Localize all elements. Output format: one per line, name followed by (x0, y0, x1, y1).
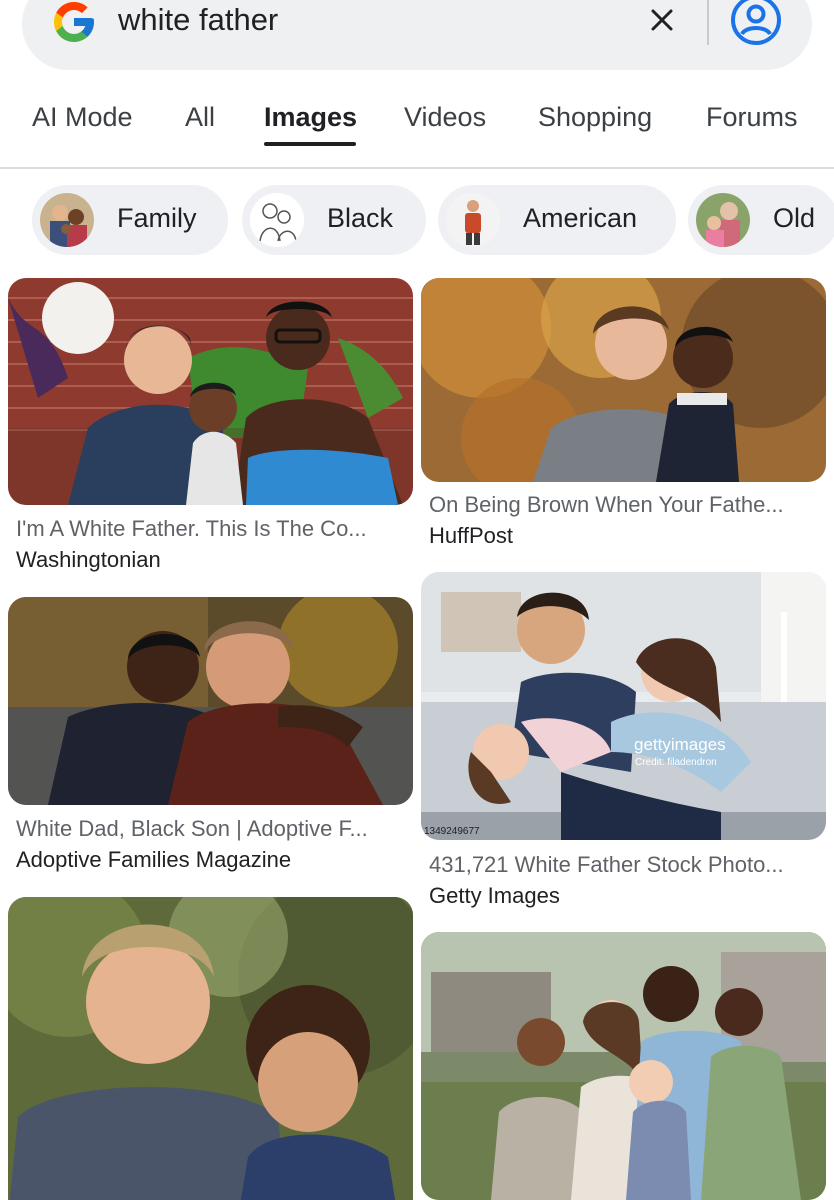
chip-old[interactable]: Old (688, 185, 834, 255)
tab-images[interactable]: Images (264, 102, 357, 133)
result-title[interactable]: 431,721 White Father Stock Photo... (429, 852, 824, 878)
tabs-divider (0, 167, 834, 169)
tab-videos[interactable]: Videos (404, 102, 486, 133)
result-source[interactable]: HuffPost (429, 523, 513, 549)
close-icon[interactable] (645, 3, 679, 37)
image-thumbnail[interactable] (8, 597, 413, 805)
result-title[interactable]: I'm A White Father. This Is The Co... (16, 516, 411, 542)
chip-old-label: Old (773, 203, 816, 233)
chip-american-label: American (523, 203, 638, 233)
getty-credit: Credit: filadendron (635, 757, 717, 768)
active-tab-indicator (264, 142, 356, 146)
chip-american[interactable]: American (438, 185, 676, 255)
tab-forums[interactable]: Forums (706, 102, 798, 133)
chip-black[interactable]: Black (242, 185, 426, 255)
result-source[interactable]: Adoptive Families Magazine (16, 847, 291, 873)
search-tabs: AI Mode All Images Videos Shopping Forum… (0, 92, 834, 150)
chip-old-thumbnail (696, 193, 750, 247)
image-result-huffpost[interactable]: On Being Brown When Your Fathe... HuffPo… (421, 278, 826, 548)
image-thumbnail[interactable] (421, 932, 826, 1200)
image-thumbnail[interactable] (8, 897, 413, 1200)
tab-shopping[interactable]: Shopping (538, 102, 652, 133)
image-thumbnail[interactable] (421, 572, 826, 840)
image-result-right-3[interactable] (421, 932, 826, 1200)
getty-image-code: 1349249677 (424, 826, 480, 837)
result-source[interactable]: Washingtonian (16, 547, 161, 573)
result-title[interactable]: On Being Brown When Your Fathe... (429, 492, 824, 518)
result-source[interactable]: Getty Images (429, 883, 560, 909)
image-result-getty[interactable]: gettyimages Credit: filadendron 13492496… (421, 572, 826, 912)
getty-watermark: gettyimages (634, 735, 726, 754)
account-circle-icon[interactable] (730, 0, 782, 46)
search-query[interactable]: white father (118, 2, 278, 38)
chip-family[interactable]: Family (32, 185, 228, 255)
chip-american-thumbnail (446, 193, 500, 247)
image-thumbnail[interactable] (8, 278, 413, 505)
image-thumbnail[interactable] (421, 278, 826, 482)
google-g-logo (54, 2, 94, 42)
chip-black-label: Black (327, 203, 394, 233)
tab-ai-mode[interactable]: AI Mode (32, 102, 133, 133)
search-divider (707, 0, 709, 45)
chip-family-label: Family (117, 203, 197, 233)
chip-black-thumbnail (250, 193, 304, 247)
image-result-left-3[interactable] (8, 897, 413, 1200)
image-result-adoptive-families[interactable]: White Dad, Black Son | Adoptive F... Ado… (8, 597, 413, 877)
tab-all[interactable]: All (185, 102, 215, 133)
result-title[interactable]: White Dad, Black Son | Adoptive F... (16, 816, 411, 842)
chip-family-thumbnail (40, 193, 94, 247)
image-result-washingtonian[interactable]: I'm A White Father. This Is The Co... Wa… (8, 278, 413, 578)
